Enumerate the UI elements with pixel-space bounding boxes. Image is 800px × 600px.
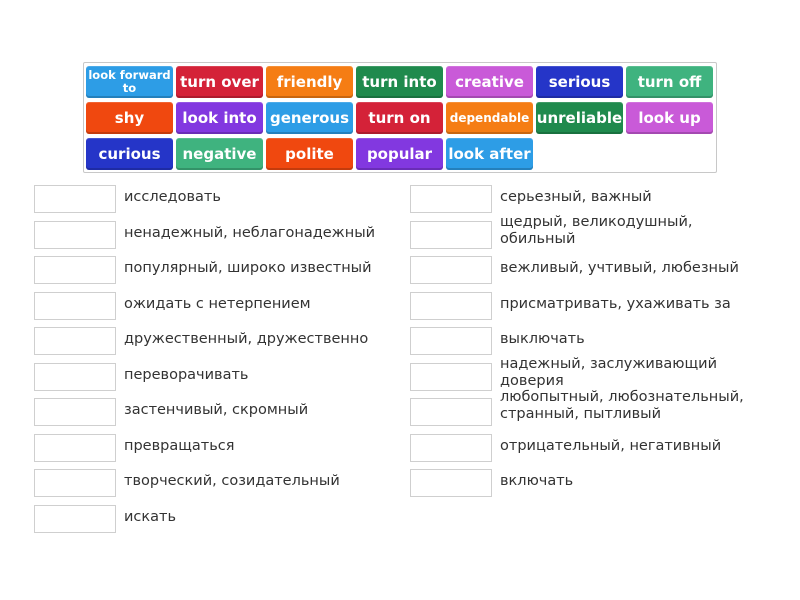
answer-drop-box[interactable] — [410, 469, 492, 497]
definition-label: щедрый, великодушный, обильный — [500, 213, 693, 247]
word-tile[interactable]: look into — [176, 102, 263, 134]
definition-label: дружественный, дружественно — [124, 331, 369, 347]
answer-drop-box[interactable] — [34, 469, 116, 497]
answer-drop-box[interactable] — [34, 220, 116, 249]
answer-drop-box[interactable] — [410, 362, 492, 391]
word-tile[interactable]: popular — [356, 138, 443, 170]
answer-drop-box[interactable] — [410, 327, 492, 355]
definition-label: любопытный, любознательный, странный, пы… — [500, 389, 744, 422]
definition-label: превращаться — [124, 437, 235, 454]
word-tile[interactable]: turn over — [176, 66, 263, 98]
definition-label: серьезный, важный — [500, 189, 652, 205]
definition-label: ненадежный, неблагонадежный — [124, 224, 376, 241]
definition-label: творческий, созидательный — [124, 473, 340, 489]
answer-drop-box[interactable] — [34, 185, 116, 213]
answer-drop-box[interactable] — [410, 256, 492, 284]
word-tile[interactable]: turn into — [356, 66, 443, 98]
word-tile[interactable]: creative — [446, 66, 533, 98]
definition-label: вежливый, учтивый, любезный — [500, 260, 739, 276]
answer-drop-box[interactable] — [34, 256, 116, 284]
definition-label: присматривать, ухаживать за — [500, 295, 731, 312]
definition-label: отрицательный, негативный — [500, 437, 722, 454]
word-tile[interactable]: friendly — [266, 66, 353, 98]
definition-label: исследовать — [124, 189, 221, 205]
answer-drop-box[interactable] — [410, 185, 492, 213]
word-tile[interactable]: polite — [266, 138, 353, 170]
answer-drop-box[interactable] — [34, 291, 116, 320]
definition-label: популярный, широко известный — [124, 260, 372, 276]
definition-label: застенчивый, скромный — [124, 402, 309, 418]
definition-label: надежный, заслуживающий доверия — [500, 355, 717, 389]
definition-label: переворачивать — [124, 366, 249, 383]
word-tile[interactable]: negative — [176, 138, 263, 170]
answer-drop-box[interactable] — [410, 291, 492, 320]
word-tile[interactable]: unreliable — [536, 102, 623, 134]
word-tile[interactable]: curious — [86, 138, 173, 170]
answer-drop-box[interactable] — [410, 433, 492, 462]
word-tile[interactable]: look after — [446, 138, 533, 170]
word-tile[interactable]: generous — [266, 102, 353, 134]
answer-drop-box[interactable] — [34, 504, 116, 533]
answer-drop-box[interactable] — [34, 433, 116, 462]
definition-label: искать — [124, 508, 177, 525]
answer-drop-box[interactable] — [410, 398, 492, 426]
definition-label: ожидать с нетерпением — [124, 295, 311, 312]
word-tile[interactable]: look up — [626, 102, 713, 134]
word-tile[interactable]: shy — [86, 102, 173, 134]
definition-label: включать — [500, 473, 574, 489]
answer-drop-box[interactable] — [410, 220, 492, 249]
word-tile[interactable]: dependable — [446, 102, 533, 134]
answer-drop-box[interactable] — [34, 398, 116, 426]
word-tile[interactable]: serious — [536, 66, 623, 98]
word-bank: look forward to turn over friendly turn int… — [83, 62, 717, 173]
word-tile[interactable]: turn on — [356, 102, 443, 134]
answer-drop-box[interactable] — [34, 362, 116, 391]
definition-label: выключать — [500, 331, 585, 347]
word-tile[interactable]: turn off — [626, 66, 713, 98]
answer-drop-box[interactable] — [34, 327, 116, 355]
word-tile[interactable]: look forward to — [86, 66, 173, 98]
